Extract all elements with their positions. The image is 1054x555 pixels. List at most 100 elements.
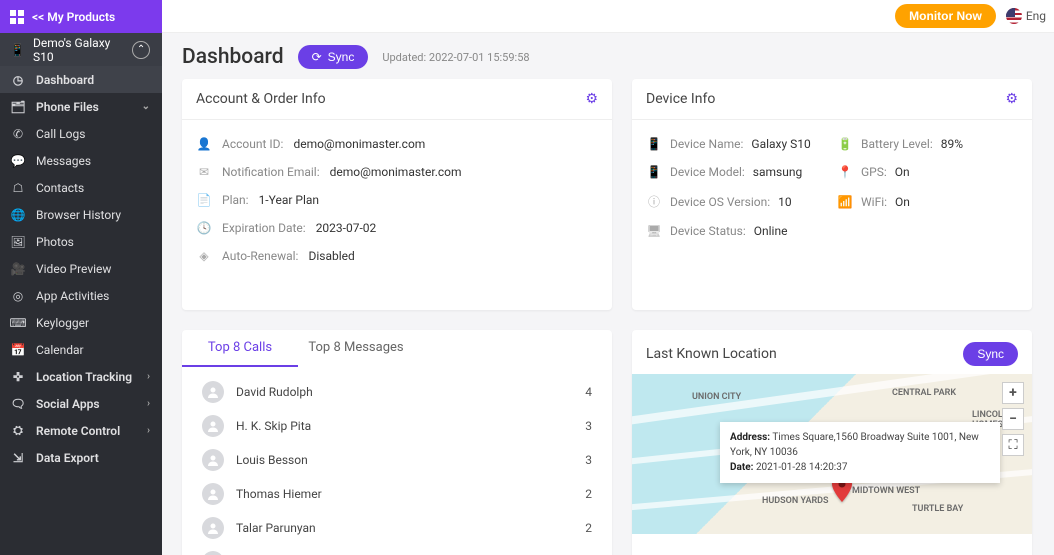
device-name-label: Demo's Galaxy S10 xyxy=(33,36,132,64)
sidebar-item-keylogger[interactable]: ⌨ Keylogger xyxy=(0,309,162,336)
call-name: David Rudolph xyxy=(236,385,346,399)
wifi-icon: 📶 xyxy=(837,195,853,209)
contacts-icon: ☖ xyxy=(10,181,26,195)
map-label-hudson-yards: Hudson Yards xyxy=(762,496,829,506)
user-icon: 👤 xyxy=(196,137,212,151)
info-icon: ⓘ xyxy=(646,193,662,210)
phone-call-icon: ✆ xyxy=(10,127,26,141)
sidebar-item-data-export[interactable]: ⇲ Data Export xyxy=(0,444,162,471)
sidebar-item-location-tracking[interactable]: ✜ Location Tracking › xyxy=(0,363,162,390)
keyboard-icon: ⌨ xyxy=(10,316,26,330)
sidebar-item-phone-files[interactable]: 🗂 Phone Files ⌄ xyxy=(0,93,162,120)
device-model-row: 📱Device Model:samsung xyxy=(646,158,827,186)
gps-icon: 📍 xyxy=(837,165,853,179)
sidebar-item-social-apps[interactable]: 🗨 Social Apps › xyxy=(0,390,162,417)
call-row[interactable]: Selena1 xyxy=(202,545,592,555)
map-label-union-city: Union City xyxy=(692,392,741,402)
call-bar xyxy=(358,423,560,429)
tab-top-messages[interactable]: Top 8 Messages xyxy=(298,330,414,367)
page-title: Dashboard xyxy=(182,45,284,69)
call-count: 3 xyxy=(572,419,592,433)
sidebar-item-messages[interactable]: 💬 Messages xyxy=(0,147,162,174)
mail-icon: ✉ xyxy=(196,165,212,179)
map-label-turtle-bay: Turtle Bay xyxy=(912,504,963,514)
avatar-icon xyxy=(202,517,224,539)
sidebar: << My Products 📱 Demo's Galaxy S10 ⌃ ◷ D… xyxy=(0,0,162,555)
expiration-row: 🕓 Expiration Date: 2023-07-02 xyxy=(196,214,598,242)
dashboard-icon: ◷ xyxy=(10,73,26,87)
plan-icon: 📄 xyxy=(196,193,212,207)
sidebar-item-contacts[interactable]: ☖ Contacts xyxy=(0,174,162,201)
social-icon: 🗨 xyxy=(10,397,26,411)
topbar: Monitor Now Eng xyxy=(162,0,1054,33)
call-row[interactable]: Louis Besson3 xyxy=(202,443,592,477)
sidebar-item-dashboard[interactable]: ◷ Dashboard xyxy=(0,66,162,93)
avatar-icon xyxy=(202,381,224,403)
device-selector[interactable]: 📱 Demo's Galaxy S10 ⌃ xyxy=(0,33,162,66)
map-fullscreen[interactable]: ⛶ xyxy=(1002,434,1024,456)
device-card: Device Info ⚙ 📱Device Name:Galaxy S10 🔋B… xyxy=(632,79,1032,310)
export-icon: ⇲ xyxy=(10,451,26,465)
back-to-products[interactable]: << My Products xyxy=(32,10,115,24)
sidebar-item-call-logs[interactable]: ✆ Call Logs xyxy=(0,120,162,147)
renewal-icon: ◈ xyxy=(196,249,212,263)
avatar-icon xyxy=(202,483,224,505)
chevron-right-icon: › xyxy=(147,425,150,436)
call-count: 3 xyxy=(572,453,592,467)
map-tooltip: Address: Times Square,1560 Broadway Suit… xyxy=(720,422,1000,483)
call-count: 4 xyxy=(572,385,592,399)
language-label: Eng xyxy=(1026,9,1046,23)
call-bar xyxy=(358,491,560,497)
map-label-midtown-west: Midtown West xyxy=(852,486,920,496)
notification-email-row: ✉ Notification Email: demo@monimaster.co… xyxy=(196,158,598,186)
photo-icon: 🖼 xyxy=(10,235,26,249)
call-count: 2 xyxy=(572,521,592,535)
gear-icon[interactable]: ⚙ xyxy=(585,91,598,107)
sidebar-item-browser-history[interactable]: 🌐 Browser History xyxy=(0,201,162,228)
status-icon: 🖥 xyxy=(646,224,662,238)
sidebar-item-video-preview[interactable]: 🎥 Video Preview xyxy=(0,255,162,282)
call-row[interactable]: Talar Parunyan 2 xyxy=(202,511,592,545)
map-zoom-in[interactable]: + xyxy=(1002,382,1024,404)
device-status-row: 🖥Device Status:Online xyxy=(646,217,827,245)
call-name: Talar Parunyan xyxy=(236,521,346,535)
flag-icon xyxy=(1006,8,1022,24)
sidebar-item-app-activities[interactable]: ◎ App Activities xyxy=(0,282,162,309)
chevron-down-icon: ⌄ xyxy=(142,101,150,112)
call-row[interactable]: David Rudolph 4 xyxy=(202,375,592,409)
gear-icon[interactable]: ⚙ xyxy=(1005,91,1018,107)
sidebar-item-calendar[interactable]: 📅 Calendar xyxy=(0,336,162,363)
avatar-icon xyxy=(202,415,224,437)
location-sync-button[interactable]: Sync xyxy=(963,342,1018,366)
account-card-title: Account & Order Info xyxy=(196,91,326,107)
battery-row: 🔋Battery Level:89% xyxy=(837,130,1018,158)
chevron-up-icon: ⌃ xyxy=(132,41,150,59)
call-bar xyxy=(358,525,560,531)
video-icon: 🎥 xyxy=(10,262,26,276)
os-row: ⓘDevice OS Version:10 xyxy=(646,186,827,217)
sidebar-item-remote-control[interactable]: ⛭ Remote Control › xyxy=(0,417,162,444)
globe-icon: 🌐 xyxy=(10,208,26,222)
location-icon: ✜ xyxy=(10,370,26,384)
monitor-now-button[interactable]: Monitor Now xyxy=(895,4,996,28)
files-icon: 🗂 xyxy=(10,100,26,114)
phone-icon: 📱 xyxy=(10,43,25,57)
calls-card: Top 8 Calls Top 8 Messages David Rudolph… xyxy=(182,330,612,555)
sidebar-header[interactable]: << My Products xyxy=(0,0,162,33)
call-row[interactable]: H. K. Skip Pita3 xyxy=(202,409,592,443)
location-card-title: Last Known Location xyxy=(646,346,777,362)
sidebar-item-photos[interactable]: 🖼 Photos xyxy=(0,228,162,255)
call-row[interactable]: Thomas Hiemer2 xyxy=(202,477,592,511)
wifi-row: 📶WiFi:On xyxy=(837,186,1018,217)
tab-top-calls[interactable]: Top 8 Calls xyxy=(182,330,298,367)
map-label-central-park: Central Park xyxy=(892,388,956,398)
plan-row: 📄 Plan: 1-Year Plan xyxy=(196,186,598,214)
clock-icon: 🕓 xyxy=(196,221,212,235)
map-zoom-out[interactable]: − xyxy=(1002,408,1024,430)
language-selector[interactable]: Eng xyxy=(1006,8,1046,24)
message-icon: 💬 xyxy=(10,154,26,168)
map[interactable]: Union City Central Park Lincoln Homes Mi… xyxy=(632,374,1032,534)
sync-button[interactable]: ⟳ Sync xyxy=(298,45,369,69)
call-count: 2 xyxy=(572,487,592,501)
device-card-title: Device Info xyxy=(646,91,715,107)
